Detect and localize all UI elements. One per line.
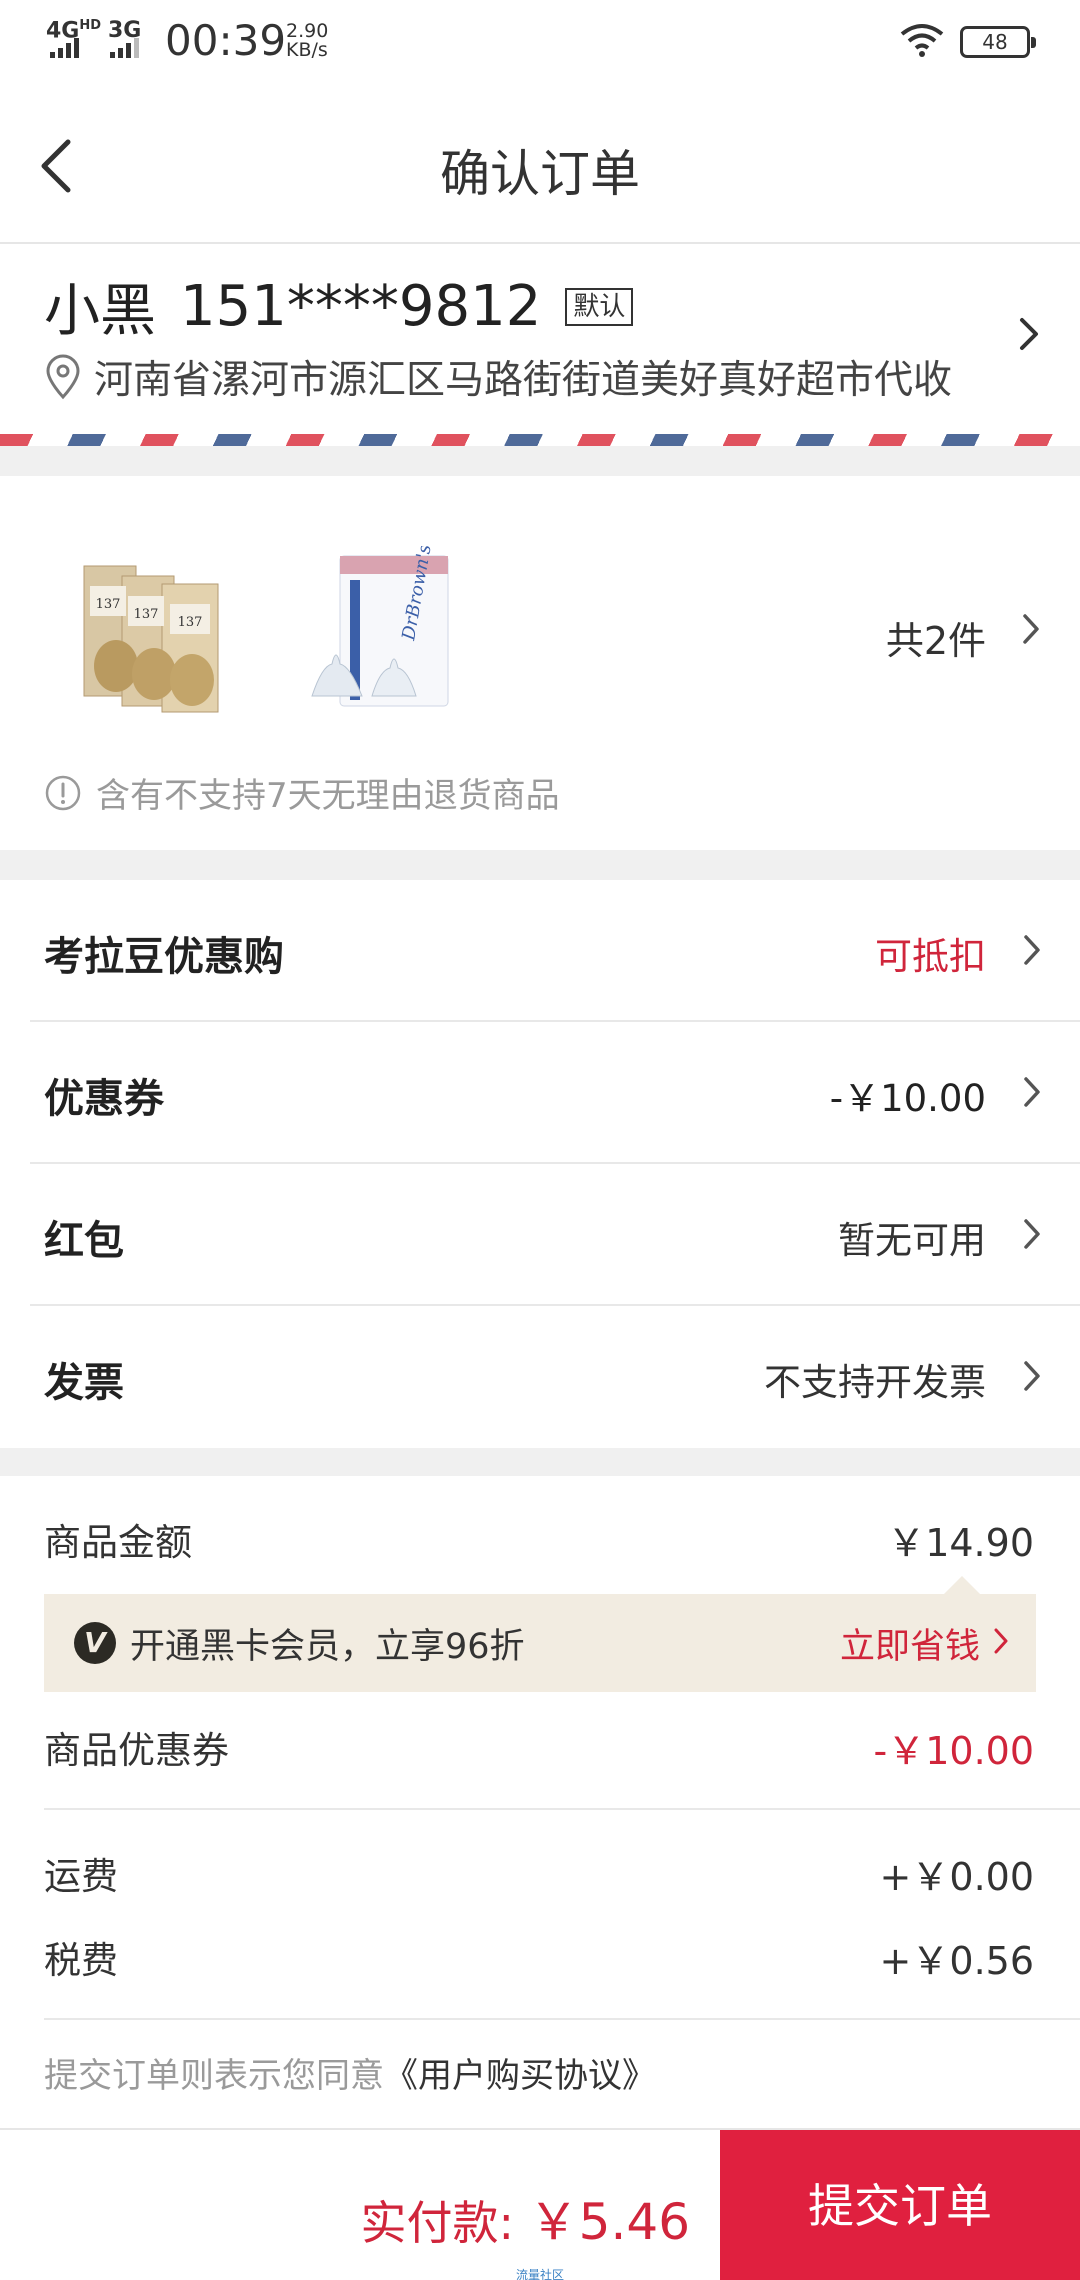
signal-icon: [50, 36, 79, 58]
product-list[interactable]: 137 137 137 DrBrown's 共2件 含有不支持7天无理由退货商品: [0, 476, 1080, 850]
shipping-address-card[interactable]: 小黑 151****9812 默认 河南省漯河市源汇区马路街街道美好真好超市代收: [0, 246, 1080, 436]
section-gap: [0, 1448, 1080, 1476]
shipping-fee-value: +￥0.00: [879, 1855, 1034, 1899]
coupon-row[interactable]: 优惠券 -￥10.00: [0, 1022, 1080, 1164]
svg-text:137: 137: [178, 615, 203, 630]
shipping-fee-label: 运费: [44, 1855, 118, 1898]
total-payment-value: ￥5.46: [528, 2193, 690, 2251]
summary-divider: [44, 2018, 1080, 2020]
goods-amount-row: 商品金额 ￥14.90: [44, 1512, 1034, 1572]
coupon-label: 优惠券: [44, 1076, 164, 1122]
recipient-name: 小黑: [44, 279, 156, 344]
invoice-label: 发票: [44, 1360, 124, 1406]
info-circle-icon: [45, 775, 81, 810]
vip-badge-icon: V: [74, 1622, 116, 1664]
checkout-bar: 实付款: ￥5.46 提交订单: [0, 2128, 1080, 2280]
wifi-icon: [900, 24, 944, 57]
chevron-right-icon: [1023, 614, 1039, 644]
shipping-fee-row: 运费 +￥0.00: [44, 1846, 1034, 1906]
section-gap: [0, 850, 1080, 880]
battery-icon: 48: [960, 26, 1036, 58]
purchase-agreement-notice: 提交订单则表示您同意《用户购买协议》: [44, 2048, 656, 2097]
goods-amount-value: ￥14.90: [887, 1521, 1034, 1565]
total-payment: 实付款: ￥5.46: [361, 2182, 690, 2254]
default-address-badge: 默认: [565, 287, 634, 326]
submit-order-button[interactable]: 提交订单: [720, 2130, 1080, 2280]
user-purchase-agreement-link[interactable]: 《用户购买协议》: [384, 2056, 656, 2096]
vip-membership-banner[interactable]: V 开通黑卡会员，立享96折 立即省钱: [44, 1594, 1036, 1692]
kaola-bean-value: 可抵扣: [875, 935, 986, 978]
chevron-right-icon: [1024, 935, 1040, 965]
product-image-nipples: DrBrown's: [311, 546, 449, 707]
red-packet-label: 红包: [44, 1218, 124, 1264]
kaola-bean-row[interactable]: 考拉豆优惠购 可抵扣: [0, 880, 1080, 1022]
chevron-right-icon: [1024, 1219, 1040, 1249]
svg-text:137: 137: [134, 607, 159, 622]
watermark-text: 流量社区: [516, 2268, 565, 2280]
location-pin-icon: [46, 354, 80, 400]
page-title: 确认订单: [440, 145, 640, 203]
kaola-bean-label: 考拉豆优惠购: [44, 934, 284, 980]
red-packet-row[interactable]: 红包 暂无可用: [0, 1164, 1080, 1306]
signal-icon-2: [110, 36, 139, 58]
summary-divider: [44, 1808, 1080, 1810]
recipient-phone: 151****9812: [180, 274, 542, 339]
address-detail: 河南省漯河市源汇区马路街街道美好真好超市代收: [94, 358, 953, 403]
invoice-value: 不支持开发票: [764, 1361, 986, 1404]
clock: 00:39: [165, 16, 287, 65]
goods-coupon-row: 商品优惠券 -￥10.00: [44, 1720, 1034, 1780]
goods-amount-label: 商品金额: [44, 1521, 192, 1564]
goods-coupon-value: -￥10.00: [873, 1729, 1035, 1773]
red-packet-value: 暂无可用: [838, 1219, 986, 1262]
status-bar: 4GHD 3G 00:39 2.90 KB/s 48: [0, 0, 1080, 84]
section-gap: [0, 446, 1080, 476]
chevron-right-icon: [994, 1628, 1008, 1654]
tax-label: 税费: [44, 1939, 118, 1982]
vip-pointer: [944, 1576, 980, 1594]
chevron-right-icon: [1024, 1077, 1040, 1107]
vip-promo-text: 开通黑卡会员，立享96折: [130, 1627, 525, 1667]
top-nav-bar: 确认订单: [0, 84, 1080, 244]
total-payment-label: 实付款:: [360, 2196, 529, 2250]
chevron-right-icon: [1020, 318, 1038, 350]
return-policy-text: 含有不支持7天无理由退货商品: [96, 776, 560, 816]
vip-save-now-link[interactable]: 立即省钱: [840, 1618, 980, 1669]
svg-text:137: 137: [96, 597, 121, 612]
return-policy-notice: 含有不支持7天无理由退货商品: [44, 768, 560, 817]
invoice-row[interactable]: 发票 不支持开发票: [0, 1306, 1080, 1448]
coupon-value: -￥10.00: [829, 1077, 986, 1120]
tax-value: +￥0.56: [879, 1939, 1034, 1983]
tax-row: 税费 +￥0.56: [44, 1930, 1034, 1990]
airmail-stripe-divider: [0, 434, 1080, 446]
product-image-pistachio-milk: 137 137 137: [83, 565, 219, 713]
recipient-row: 小黑 151****9812 默认: [44, 266, 634, 347]
network-speed: 2.90 KB/s: [286, 20, 329, 61]
goods-coupon-label: 商品优惠券: [44, 1729, 229, 1772]
agreement-prefix: 提交订单则表示您同意: [44, 2056, 384, 2096]
chevron-right-icon: [1024, 1361, 1040, 1391]
product-count: 共2件: [885, 619, 986, 663]
address-line: 河南省漯河市源汇区马路街街道美好真好超市代收: [44, 349, 952, 405]
